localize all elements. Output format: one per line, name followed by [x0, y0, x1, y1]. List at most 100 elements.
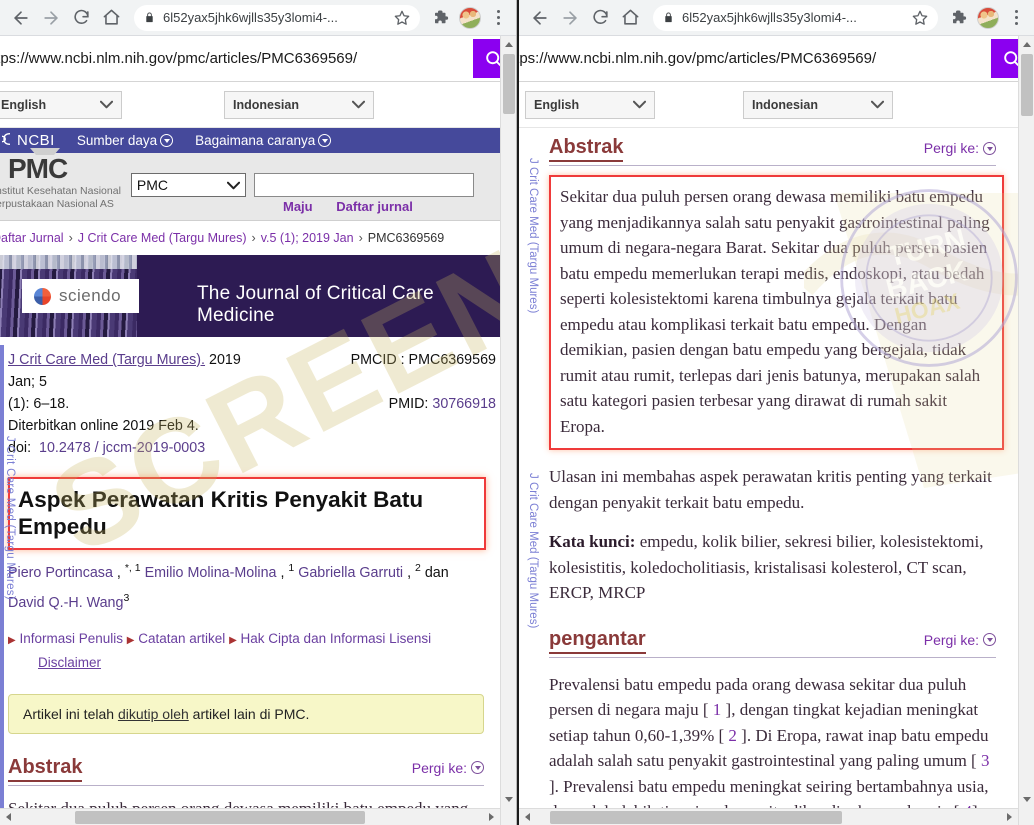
address-bar-left[interactable]: 6l52yax5jhk6wjlls35y3lomi4-... [134, 4, 420, 31]
link-article-notes[interactable]: Catatan artikel [138, 631, 225, 646]
pmc-logo[interactable]: PMC nstitut Kesehatan Nasional erpustaka… [0, 148, 121, 211]
author-sup-3: 2 [415, 562, 421, 574]
star-icon[interactable] [394, 10, 410, 26]
scroll-up-arrow-icon[interactable] [1019, 36, 1034, 52]
address-bar-right[interactable]: 6l52yax5jhk6wjlls35y3lomi4-... [653, 4, 938, 31]
pmc-sub-line1: nstitut Kesehatan Nasional [0, 185, 121, 197]
author-link-2[interactable]: Emilio Molina-Molina [145, 565, 277, 581]
target-language-value: Indonesian [233, 97, 299, 112]
pmc-database-select[interactable]: PMC [130, 173, 246, 197]
goto-control-left[interactable]: Pergi ke: [412, 760, 484, 776]
language-row-left: English Indonesian [0, 82, 516, 128]
reload-icon[interactable] [66, 3, 96, 33]
horizontal-scrollbar-left[interactable] [0, 808, 500, 825]
vertical-scroll-thumb[interactable] [503, 54, 515, 114]
translate-url-input[interactable]: ttps://www.ncbi.nlm.nih.gov/pmc/articles… [519, 36, 991, 81]
side-tab-label: J Crit Care Med (Targu Mures) [527, 158, 539, 314]
pmc-advanced-link[interactable]: Maju [283, 199, 313, 214]
back-arrow-icon[interactable] [6, 3, 36, 33]
scroll-right-arrow-icon[interactable] [483, 809, 500, 825]
triangle-right-icon: ▶ [229, 634, 237, 646]
side-tab-journal-left[interactable]: J Crit Care Med (Targu Mures) [0, 308, 16, 728]
scroll-down-arrow-icon[interactable] [1019, 791, 1034, 807]
back-arrow-icon[interactable] [525, 3, 555, 33]
translate-url-input[interactable]: ttps://www.ncbi.nlm.nih.gov/pmc/articles… [0, 36, 473, 81]
browser-toolbar-right: 6l52yax5jhk6wjlls35y3lomi4-... [519, 0, 1034, 36]
abstract-heading-right: Abstrak [549, 136, 624, 162]
home-icon[interactable] [615, 3, 645, 33]
star-icon[interactable] [912, 10, 928, 26]
source-language-select[interactable]: English [525, 90, 655, 119]
article-doi-prefix-link[interactable]: 10.2478 / [39, 440, 99, 456]
source-language-value: English [1, 97, 47, 112]
page-content-left: NCBI Sumber daya Bagaimana caranya PMC n… [0, 128, 516, 810]
puzzle-icon[interactable] [428, 9, 454, 27]
sciendo-logo[interactable]: sciendo [22, 279, 140, 313]
breadcrumb-item-journal[interactable]: J Crit Care Med (Targu Mures) [78, 231, 247, 245]
article-pmid-link[interactable]: 30766918 [432, 396, 496, 412]
horizontal-scroll-thumb[interactable] [75, 810, 365, 824]
pmc-search-input[interactable] [253, 173, 474, 197]
goto-control-abstract[interactable]: Pergi ke: [924, 140, 996, 156]
link-copyright-license[interactable]: Hak Cipta dan Informasi Lisensi [241, 631, 432, 646]
breadcrumb: Daftar Jurnal › J Crit Care Med (Targu Mur… [0, 221, 516, 255]
cited-by-link[interactable]: dikutip oleh [118, 706, 189, 722]
breadcrumb-item-journal-list[interactable]: Daftar Jurnal [0, 231, 64, 245]
kebab-menu-icon[interactable] [486, 10, 510, 25]
pmc-journal-list-link[interactable]: Daftar jurnal [336, 199, 413, 214]
scroll-left-arrow-icon[interactable] [519, 809, 536, 825]
article-title: Aspek Perawatan Kritis Penyakit Batu Emp… [8, 477, 486, 550]
citation-ref-3[interactable]: 3 [981, 751, 990, 770]
address-bar-text: 6l52yax5jhk6wjlls35y3lomi4-... [163, 10, 338, 25]
author-link-1[interactable]: Piero Portincasa [8, 565, 113, 581]
author-link-4[interactable]: David Q.-H. Wang [8, 595, 123, 611]
forward-arrow-icon[interactable] [36, 3, 66, 33]
pmc-roof-icon [30, 148, 60, 158]
ncbi-menu-howto[interactable]: Bagaimana caranya [195, 133, 332, 148]
vertical-scrollbar-right[interactable] [1018, 36, 1034, 825]
breadcrumb-item-volume[interactable]: v.5 (1); 2019 Jan [261, 231, 354, 245]
forward-arrow-icon[interactable] [555, 3, 585, 33]
translate-url-bar-left: ttps://www.ncbi.nlm.nih.gov/pmc/articles… [0, 36, 516, 82]
vertical-scroll-thumb[interactable] [1021, 54, 1033, 116]
horizontal-scroll-track[interactable] [536, 809, 1001, 825]
intro-section-header: pengantar Pergi ke: [549, 628, 996, 658]
author-conjunction: dan [424, 564, 449, 581]
author-sup-4: 3 [123, 591, 130, 604]
goto-control-intro[interactable]: Pergi ke: [924, 632, 996, 648]
link-author-information[interactable]: Informasi Penulis [19, 631, 123, 646]
citation-ref-2[interactable]: 2 [728, 726, 737, 745]
home-icon[interactable] [96, 3, 126, 33]
avatar[interactable] [977, 6, 999, 29]
avatar[interactable] [459, 6, 481, 29]
reload-icon[interactable] [585, 3, 615, 33]
side-tab-journal-right-1[interactable]: J Crit Care Med (Targu Mures) [523, 158, 539, 388]
side-tab-label: J Crit Care Med (Targu Mures) [527, 473, 539, 629]
vertical-scrollbar-left[interactable] [500, 36, 516, 825]
side-tab-journal-right-2[interactable]: J Crit Care Med (Targu Mures) [523, 473, 539, 703]
scroll-down-arrow-icon[interactable] [501, 791, 516, 807]
scroll-up-arrow-icon[interactable] [501, 36, 516, 52]
author-link-3[interactable]: Gabriella Garruti [298, 565, 403, 581]
horizontal-scroll-track[interactable] [17, 809, 483, 825]
horizontal-scrollbar-right[interactable] [519, 808, 1018, 825]
browser-toolbar-left: 6l52yax5jhk6wjlls35y3lomi4-... [0, 0, 516, 36]
article-authors: Piero Portincasa , *, 1 Emilio Molina-Mo… [8, 562, 449, 611]
link-disclaimer[interactable]: Disclaimer [38, 655, 101, 670]
article-journal-link[interactable]: J Crit Care Med (Targu Mures). [8, 352, 205, 368]
puzzle-icon[interactable] [946, 9, 972, 27]
dual-browser-screenshot: 6l52yax5jhk6wjlls35y3lomi4-... ttps://ww… [0, 0, 1034, 825]
breadcrumb-separator: › [358, 231, 363, 245]
target-language-select[interactable]: Indonesian [224, 90, 374, 119]
kebab-menu-icon[interactable] [1004, 10, 1028, 25]
left-browser-panel: 6l52yax5jhk6wjlls35y3lomi4-... ttps://ww… [0, 0, 517, 825]
page-content-right: Abstrak Pergi ke: Sekitar dua puluh pers… [519, 128, 1034, 810]
ncbi-menu-resources[interactable]: Sumber daya [77, 133, 174, 148]
article-doi-suffix-link[interactable]: jccm-2019-0003 [103, 440, 206, 456]
article-body: J Crit Care Med (Targu Mures). 2019 Jan;… [0, 337, 516, 810]
target-language-select[interactable]: Indonesian [743, 90, 893, 119]
horizontal-scroll-thumb[interactable] [550, 810, 842, 824]
scroll-right-arrow-icon[interactable] [1001, 809, 1018, 825]
source-language-select[interactable]: English [0, 90, 122, 119]
scroll-left-arrow-icon[interactable] [0, 809, 17, 825]
